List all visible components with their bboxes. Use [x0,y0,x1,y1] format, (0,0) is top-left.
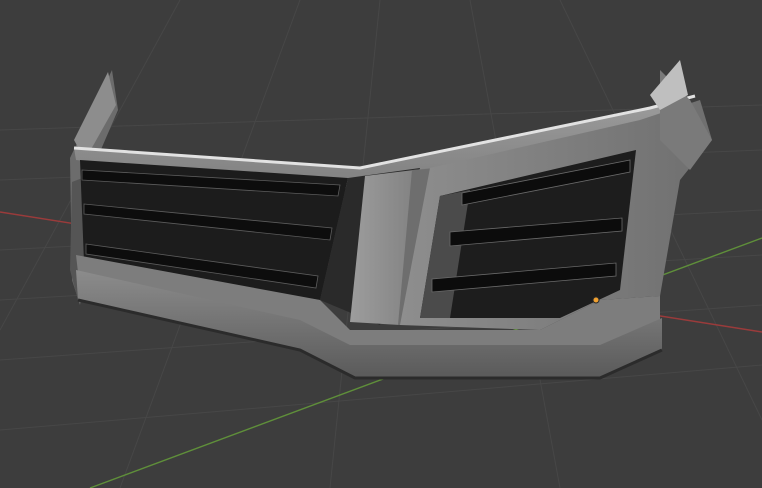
object-origin-marker[interactable] [592,296,600,304]
viewport-scene [0,0,762,488]
3d-viewport[interactable] [0,0,762,488]
